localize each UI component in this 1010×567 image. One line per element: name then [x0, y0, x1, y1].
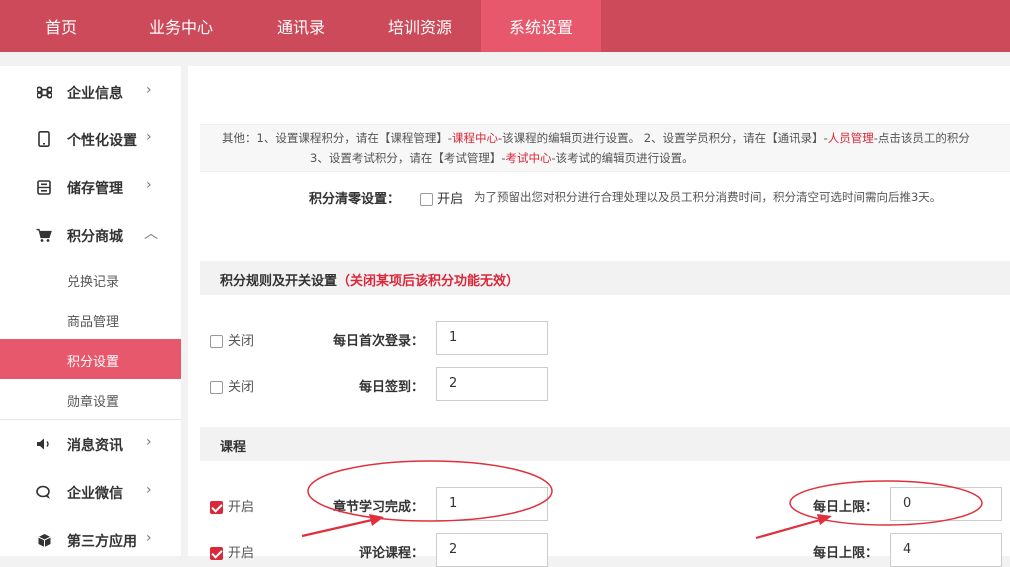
sidebar-item-label: 个性化设置: [67, 133, 137, 149]
sidebar-item-points-mall[interactable]: 积分商城 ︿: [0, 211, 181, 259]
checkbox[interactable]: [420, 193, 433, 206]
top-navigation: 首页 业务中心 通讯录 培训资源 系统设置: [0, 0, 1010, 52]
speaker-icon: [36, 436, 52, 452]
chapter-complete-label: 章节学习完成：: [332, 500, 424, 515]
tab-system-settings[interactable]: 系统设置: [481, 0, 601, 52]
daily-checkin-input[interactable]: 2: [436, 367, 548, 401]
phone-icon: [36, 131, 52, 147]
chapter-complete-input[interactable]: 1: [436, 487, 548, 521]
daily-login-input[interactable]: 1: [436, 321, 548, 355]
rules-section-title: 积分规则及开关设置（关闭某项后该积分功能无效）: [220, 274, 520, 289]
chevron-right-icon: ›: [146, 129, 152, 145]
comment-course-toggle[interactable]: 开启: [210, 542, 254, 561]
comment-course-input[interactable]: 2: [436, 533, 548, 567]
cart-icon: [36, 227, 52, 243]
sidebar-subitem-label: 积分设置: [67, 355, 120, 370]
chevron-right-icon: ›: [146, 434, 152, 450]
chevron-right-icon: ›: [146, 482, 152, 498]
box-icon: [36, 532, 52, 548]
tab-home[interactable]: 首页: [22, 0, 100, 52]
chapter-complete-toggle[interactable]: 开启: [210, 496, 254, 515]
personnel-management-link[interactable]: 人员管理: [828, 131, 874, 145]
points-clear-toggle[interactable]: 开启: [420, 188, 463, 207]
sidebar-item-messages[interactable]: 消息资讯 ›: [0, 420, 181, 468]
info-note: 其他：1、设置课程积分，请在【课程管理】-课程中心-该课程的编辑页进行设置。 2…: [200, 124, 1010, 172]
sidebar-subitem-label: 勋章设置: [67, 395, 120, 410]
note-line-1: 其他：1、设置课程积分，请在【课程管理】-课程中心-该课程的编辑页进行设置。 2…: [222, 131, 970, 145]
chapter-daily-limit-input[interactable]: 0: [890, 487, 1002, 521]
course-center-link[interactable]: 课程中心: [452, 131, 498, 145]
sidebar-item-wecom[interactable]: 企业微信 ›: [0, 468, 181, 516]
course-section-title: 课程: [220, 440, 247, 455]
checkbox[interactable]: [210, 335, 223, 348]
course-section-header: 课程: [200, 427, 1010, 461]
sidebar-item-label: 第三方应用: [67, 534, 137, 550]
daily-checkin-label: 每日签到：: [358, 380, 424, 395]
checkbox-checked[interactable]: [210, 501, 223, 514]
comment-daily-limit-input[interactable]: 4: [890, 533, 1002, 567]
tab-contacts[interactable]: 通讯录: [262, 0, 340, 52]
rules-section-header: 积分规则及开关设置（关闭某项后该积分功能无效）: [200, 261, 1010, 295]
main-content: 其他：1、设置课程积分，请在【课程管理】-课程中心-该课程的编辑页进行设置。 2…: [188, 66, 1010, 567]
sidebar: 企业信息 › 个性化设置 › 储存管理 › 积分商城 ︿ 兑换记录 商品管理 积…: [0, 66, 181, 556]
chevron-right-icon: ›: [146, 82, 152, 98]
checkbox-checked[interactable]: [210, 547, 223, 560]
sidebar-subitem-exchange-records[interactable]: 兑换记录: [0, 259, 181, 299]
exam-center-link[interactable]: 考试中心: [505, 151, 551, 165]
sidebar-item-personalization[interactable]: 个性化设置 ›: [0, 115, 181, 163]
chevron-right-icon: ›: [146, 177, 152, 193]
checkbox[interactable]: [210, 381, 223, 394]
tab-business-center[interactable]: 业务中心: [133, 0, 229, 52]
sidebar-subitem-badge-settings[interactable]: 勋章设置: [0, 379, 181, 419]
sidebar-subitem-label: 商品管理: [67, 315, 120, 330]
note-line-2: 3、设置考试积分，请在【考试管理】-考试中心-该考试的编辑页进行设置。: [310, 151, 694, 165]
sidebar-subitem-label: 兑换记录: [67, 275, 120, 290]
sidebar-item-label: 企业信息: [67, 86, 123, 102]
sidebar-subitem-product-management[interactable]: 商品管理: [0, 299, 181, 339]
sidebar-subitem-points-settings[interactable]: 积分设置: [0, 339, 181, 379]
sidebar-item-storage[interactable]: 储存管理 ›: [0, 163, 181, 211]
sidebar-item-label: 企业微信: [67, 486, 123, 502]
sidebar-item-company-info[interactable]: 企业信息 ›: [0, 68, 181, 116]
tab-training-resources[interactable]: 培训资源: [372, 0, 468, 52]
sidebar-item-label: 积分商城: [67, 229, 123, 245]
sidebar-item-label: 消息资讯: [67, 438, 123, 454]
daily-login-toggle[interactable]: 关闭: [210, 330, 254, 349]
chevron-right-icon: ›: [146, 530, 152, 546]
comment-daily-limit-label: 每日上限：: [812, 546, 878, 561]
chat-icon: [36, 484, 52, 500]
chevron-up-icon: ︿: [144, 226, 158, 242]
storage-icon: [36, 179, 52, 195]
sidebar-item-third-party-apps[interactable]: 第三方应用 ›: [0, 516, 181, 564]
command-icon: [36, 84, 52, 100]
chapter-daily-limit-label: 每日上限：: [812, 500, 878, 515]
daily-checkin-toggle[interactable]: 关闭: [210, 376, 254, 395]
points-clear-label: 积分清零设置：: [309, 192, 401, 207]
sidebar-item-label: 储存管理: [67, 181, 123, 197]
points-clear-desc: 为了预留出您对积分进行合理处理以及员工积分消费时间，积分清空可选时间需向后推3天…: [474, 190, 942, 204]
comment-course-label: 评论课程：: [358, 546, 424, 561]
daily-login-label: 每日首次登录：: [332, 334, 424, 349]
